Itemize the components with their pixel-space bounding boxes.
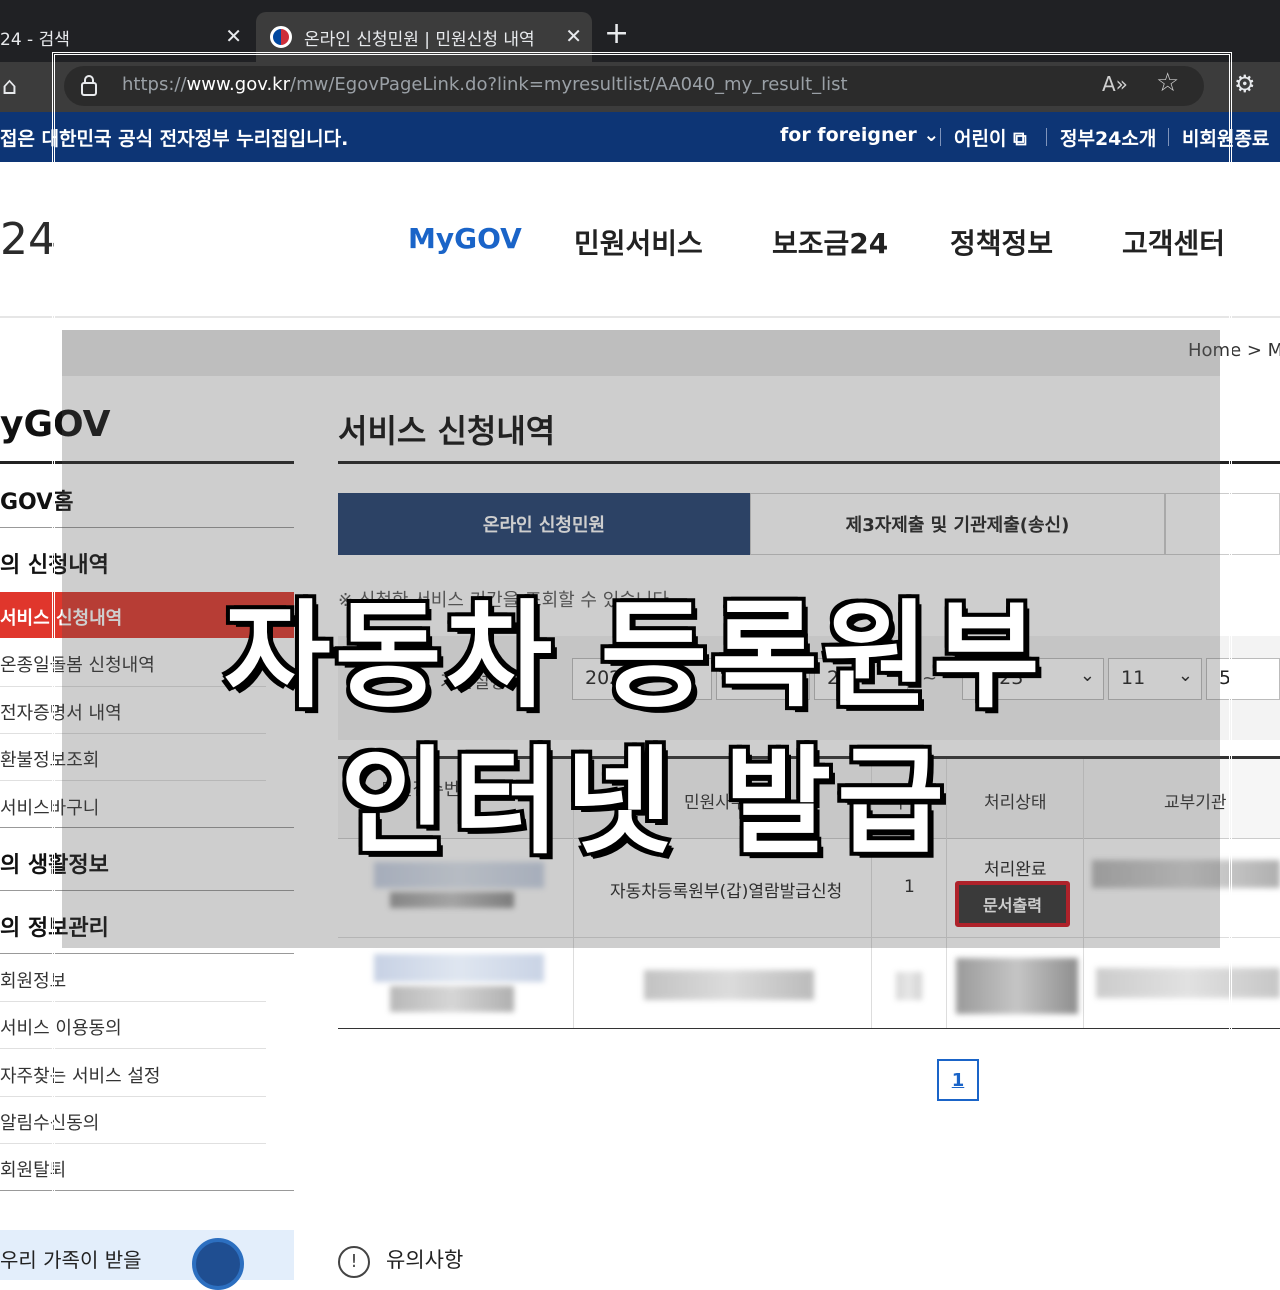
taegeuk-favicon-icon	[270, 26, 292, 48]
divider	[0, 1096, 266, 1097]
sidebar-item-withdrawal[interactable]: 회원탈퇴	[0, 1156, 66, 1182]
divider	[0, 890, 294, 891]
blurred-receipt-no	[374, 954, 544, 982]
url-host: www.gov.kr	[186, 74, 291, 95]
tab-more[interactable]	[1165, 493, 1280, 555]
to-month-select[interactable]: 11 ⌄	[1108, 658, 1202, 700]
lock-icon[interactable]	[80, 74, 98, 96]
gov24-logo[interactable]: 24	[0, 214, 56, 265]
header-divider	[0, 316, 1280, 318]
nav-subsidy24[interactable]: 보조금24	[772, 222, 888, 262]
blurred-agency	[1096, 968, 1280, 998]
blurred-date	[390, 986, 514, 1012]
tab-third-party-submission[interactable]: 제3자제출 및 기관제출(송신)	[750, 493, 1165, 555]
sidebar-item-service-consent[interactable]: 서비스 이용동의	[0, 1014, 122, 1040]
sidebar-title: yGOV	[0, 404, 111, 445]
link-label: 어린이	[954, 128, 1007, 150]
blurred-status-button	[956, 958, 1078, 1014]
gov-official-notice: 접은 대한민국 공식 전자정부 누리집입니다.	[0, 128, 349, 150]
breadcrumb[interactable]: Home > My	[1188, 340, 1280, 361]
tab-title: 온라인 신청민원 | 민원신청 내역	[304, 29, 535, 50]
sidebar-section-applications[interactable]: 의 신청내역	[0, 547, 109, 579]
external-link-icon: ⧉	[1013, 128, 1027, 150]
to-day-select[interactable]: 5	[1206, 658, 1280, 700]
home-icon[interactable]: ⌂	[2, 72, 17, 100]
for-foreigner-link[interactable]: for foreigner ⌄	[780, 124, 939, 146]
sidebar-item-member-info[interactable]: 회원정보	[0, 967, 66, 993]
sidebar-item-notification-consent[interactable]: 알림수신동의	[0, 1109, 99, 1135]
url-path: /mw/EgovPageLink.do?link=myresultlist/AA…	[290, 74, 848, 95]
screenshot-dim-overlay-header	[62, 330, 1220, 376]
browser-tab-active[interactable]: 온라인 신청민원 | 민원신청 내역 ✕	[256, 12, 592, 62]
read-aloud-icon[interactable]: A»	[1102, 72, 1128, 96]
divider	[0, 953, 294, 954]
nav-mygov[interactable]: MyGOV	[408, 222, 522, 255]
column-divider	[1083, 759, 1084, 1029]
sidebar-item-service-history[interactable]: 서비스 신청내역	[0, 604, 122, 630]
caution-heading: 유의사항	[386, 1248, 464, 1272]
blurred-service-name	[644, 970, 814, 1000]
divider	[0, 1001, 266, 1002]
banner-text: 우리 가족이 받을	[0, 1248, 142, 1272]
info-icon: !	[338, 1246, 370, 1278]
overlay-title-line1: 자동차 등록원부	[222, 587, 1044, 726]
kids-link[interactable]: 어린이 ⧉	[954, 124, 1027, 151]
blurred-date	[390, 892, 514, 908]
divider	[0, 733, 266, 734]
nav-civil-service[interactable]: 민원서비스	[574, 222, 703, 262]
column-status: 처리상태	[984, 793, 1047, 813]
close-icon[interactable]: ✕	[225, 24, 242, 48]
divider	[1168, 128, 1169, 146]
blurred-agency	[1092, 860, 1280, 888]
sidebar-section-info-management[interactable]: 의 정보관리	[0, 910, 109, 942]
divider	[0, 827, 294, 828]
divider	[0, 1048, 266, 1049]
sidebar-item-e-certificate[interactable]: 전자증명서 내역	[0, 699, 122, 725]
chevron-down-icon: ⌄	[1177, 665, 1193, 686]
select-value: 11	[1121, 667, 1146, 689]
nav-policy-info[interactable]: 정책정보	[950, 222, 1053, 262]
divider	[0, 1143, 266, 1144]
divider	[338, 461, 1280, 464]
divider	[0, 1190, 294, 1191]
tab-online-application[interactable]: 온라인 신청민원	[338, 493, 750, 555]
page-title: 서비스 신청내역	[338, 412, 556, 450]
about-gov24-link[interactable]: 정부24소개	[1060, 124, 1156, 151]
blurred-quantity	[896, 972, 922, 1000]
url-scheme: https://	[122, 74, 187, 95]
link-label: for foreigner	[780, 124, 917, 146]
tab-title: 24 - 검색	[0, 29, 70, 50]
page-number-button[interactable]: 1	[937, 1059, 979, 1101]
chevron-down-icon: ⌄	[923, 124, 940, 146]
divider	[940, 128, 941, 146]
divider	[0, 527, 294, 528]
print-document-button[interactable]: 문서출력	[955, 881, 1070, 927]
column-issuing-agency: 교부기관	[1164, 793, 1227, 813]
row-service-name[interactable]: 자동차등록원부(갑)열람발급신청	[610, 877, 842, 902]
url-text[interactable]: https://www.gov.kr/mw/EgovPageLink.do?li…	[122, 74, 848, 95]
new-tab-plus-icon[interactable]: +	[604, 16, 629, 51]
table-bottom-border	[338, 1028, 1280, 1029]
row-divider	[338, 937, 1280, 938]
divider	[1046, 128, 1047, 146]
sidebar-item-service-basket[interactable]: 서비스바구니	[0, 794, 99, 820]
character-avatar-icon	[192, 1238, 244, 1290]
favorite-star-icon[interactable]: ☆	[1156, 68, 1179, 98]
sidebar-item-favorites-setting[interactable]: 자주찾는 서비스 설정	[0, 1062, 160, 1088]
overlay-title-line2: 인터넷 발급	[338, 733, 950, 872]
sidebar-item-refund[interactable]: 환불정보조회	[0, 746, 99, 772]
sidebar-item-allday-care[interactable]: 온종일돌봄 신청내역	[0, 651, 155, 677]
extensions-icon[interactable]: ⚙	[1234, 70, 1256, 98]
divider	[0, 780, 266, 781]
sidebar-item-mygov-home[interactable]: GOV홈	[0, 484, 73, 516]
guest-logout-link[interactable]: 비회원종료	[1182, 124, 1269, 151]
sidebar-section-life-info[interactable]: 의 생활정보	[0, 847, 109, 879]
browser-tab-search[interactable]: 24 - 검색 ✕	[0, 12, 252, 62]
chevron-down-icon: ⌄	[1079, 665, 1095, 686]
close-icon[interactable]: ✕	[565, 24, 582, 48]
nav-customer-center[interactable]: 고객센터	[1122, 222, 1225, 262]
divider	[0, 461, 294, 464]
row-quantity: 1	[904, 877, 915, 897]
row-status: 처리완료	[984, 860, 1047, 880]
